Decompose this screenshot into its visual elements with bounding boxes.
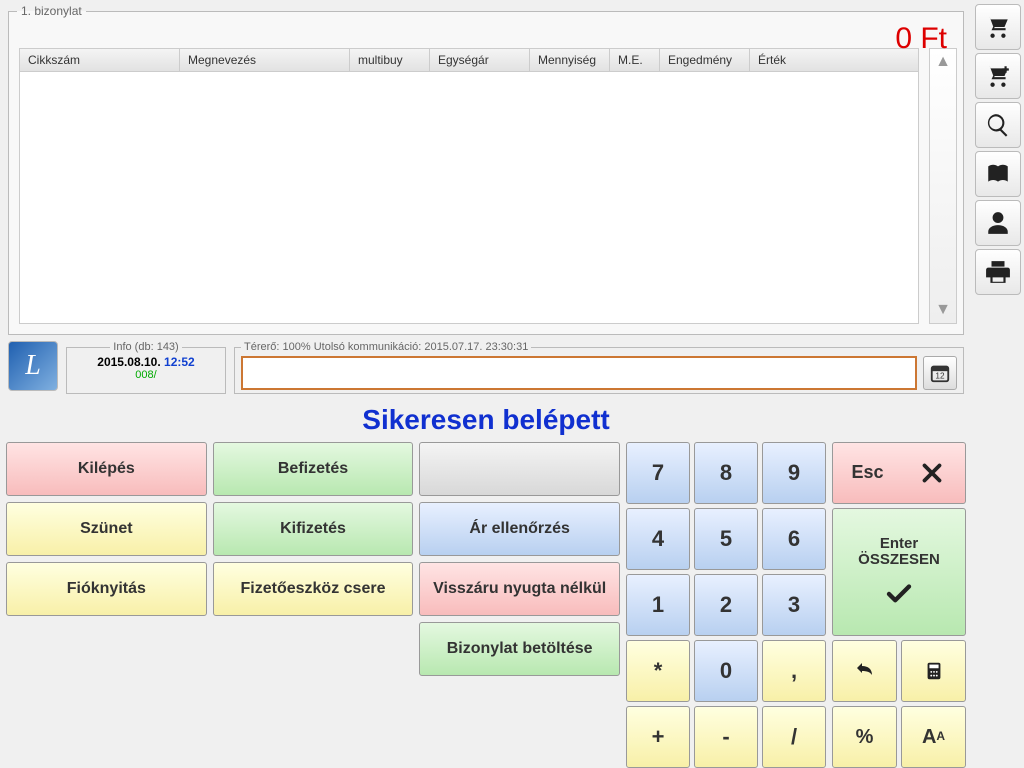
enter-label-2: ÖSSZESEN [858, 551, 940, 568]
undo-button[interactable] [832, 640, 897, 702]
enter-button[interactable]: EnterÖSSZESEN [832, 508, 966, 636]
receipt-legend: 1. bizonylat [17, 4, 86, 18]
search-button[interactable] [975, 102, 1021, 148]
font-large: A [922, 726, 936, 748]
key-6[interactable]: 6 [762, 508, 826, 570]
empty-button-1[interactable] [419, 442, 620, 496]
info-legend: Info (db: 143) [110, 341, 181, 353]
key-8[interactable]: 8 [694, 442, 758, 504]
visszaru-button[interactable]: Visszáru nyugta nélkül [419, 562, 620, 616]
calendar-button[interactable]: 12 [923, 356, 957, 390]
kifizetes-button[interactable]: Kifizetés [213, 502, 414, 556]
user-button[interactable] [975, 200, 1021, 246]
fizetoeszkoz-csere-button[interactable]: Fizetőeszköz csere [213, 562, 414, 616]
undo-icon [853, 659, 877, 683]
arellenorzes-button[interactable]: Ár ellenőrzés [419, 502, 620, 556]
cart-icon [985, 14, 1011, 40]
col-egysegar: Egységár [430, 49, 530, 71]
key-1[interactable]: 1 [626, 574, 690, 636]
info-panel: Info (db: 143) 2015.08.10. 12:52 008/ [66, 341, 226, 394]
esc-label: Esc [851, 463, 883, 483]
svg-text:12: 12 [935, 372, 945, 381]
receipt-total: 0 Ft [895, 22, 947, 56]
befizetes-button[interactable]: Befizetés [213, 442, 414, 496]
szunet-button[interactable]: Szünet [6, 502, 207, 556]
print-button[interactable] [975, 249, 1021, 295]
calculator-icon [923, 660, 945, 682]
key-star[interactable]: * [626, 640, 690, 702]
key-3[interactable]: 3 [762, 574, 826, 636]
table-header: Cikkszám Megnevezés multibuy Egységár Me… [19, 48, 919, 72]
signal-legend: Térerő: 100% Utolsó kommunikáció: 2015.0… [241, 341, 531, 353]
scrollbar[interactable]: ▲ ▼ [929, 48, 957, 324]
table-body [19, 72, 919, 324]
percent-button[interactable]: % [832, 706, 897, 768]
col-mennyiseg: Mennyiség [530, 49, 610, 71]
info-operator: 008/ [73, 369, 219, 381]
col-ertek: Érték [750, 49, 918, 71]
enter-label-1: Enter [880, 535, 918, 552]
book-button[interactable] [975, 151, 1021, 197]
key-7[interactable]: 7 [626, 442, 690, 504]
calculator-button[interactable] [901, 640, 966, 702]
cart-button[interactable] [975, 4, 1021, 50]
app-logo: L [8, 341, 58, 391]
book-icon [985, 161, 1011, 187]
fioknyitas-button[interactable]: Fióknyitás [6, 562, 207, 616]
search-input[interactable] [241, 356, 917, 390]
font-size-button[interactable]: AA [901, 706, 966, 768]
close-icon [917, 458, 947, 488]
key-5[interactable]: 5 [694, 508, 758, 570]
col-megnevezes: Megnevezés [180, 49, 350, 71]
font-small: A [936, 730, 945, 743]
key-0[interactable]: 0 [694, 640, 758, 702]
right-column: Esc EnterÖSSZESEN % AA [832, 442, 966, 768]
info-date: 2015.08.10. [97, 355, 160, 369]
action-grid: Kilépés Befizetés Szünet Kifizetés Ár el… [6, 442, 620, 768]
printer-icon [985, 259, 1011, 285]
key-4[interactable]: 4 [626, 508, 690, 570]
check-icon [884, 579, 914, 609]
col-engedmeny: Engedmény [660, 49, 750, 71]
key-comma[interactable]: , [762, 640, 826, 702]
cart-add-button[interactable] [975, 53, 1021, 99]
bizonylat-betoltese-button[interactable]: Bizonylat betöltése [419, 622, 620, 676]
search-icon [985, 112, 1011, 138]
key-slash[interactable]: / [762, 706, 826, 768]
calendar-icon: 12 [929, 362, 951, 384]
cart-plus-icon [985, 63, 1011, 89]
key-2[interactable]: 2 [694, 574, 758, 636]
signal-panel: Térerő: 100% Utolsó kommunikáció: 2015.0… [234, 341, 964, 394]
info-time: 12:52 [164, 355, 195, 369]
numeric-keypad: 7 8 9 4 5 6 1 2 3 * 0 , + - / [626, 442, 826, 768]
status-message: Sikeresen belépett [0, 404, 972, 436]
user-icon [985, 210, 1011, 236]
scroll-down-icon[interactable]: ▼ [931, 297, 955, 323]
col-cikkszam: Cikkszám [20, 49, 180, 71]
receipt-panel: 1. bizonylat 0 Ft Cikkszám Megnevezés mu… [8, 4, 964, 335]
kilepes-button[interactable]: Kilépés [6, 442, 207, 496]
side-toolbar [972, 0, 1024, 768]
key-9[interactable]: 9 [762, 442, 826, 504]
key-plus[interactable]: + [626, 706, 690, 768]
col-me: M.E. [610, 49, 660, 71]
esc-button[interactable]: Esc [832, 442, 966, 504]
key-minus[interactable]: - [694, 706, 758, 768]
col-multibuy: multibuy [350, 49, 430, 71]
